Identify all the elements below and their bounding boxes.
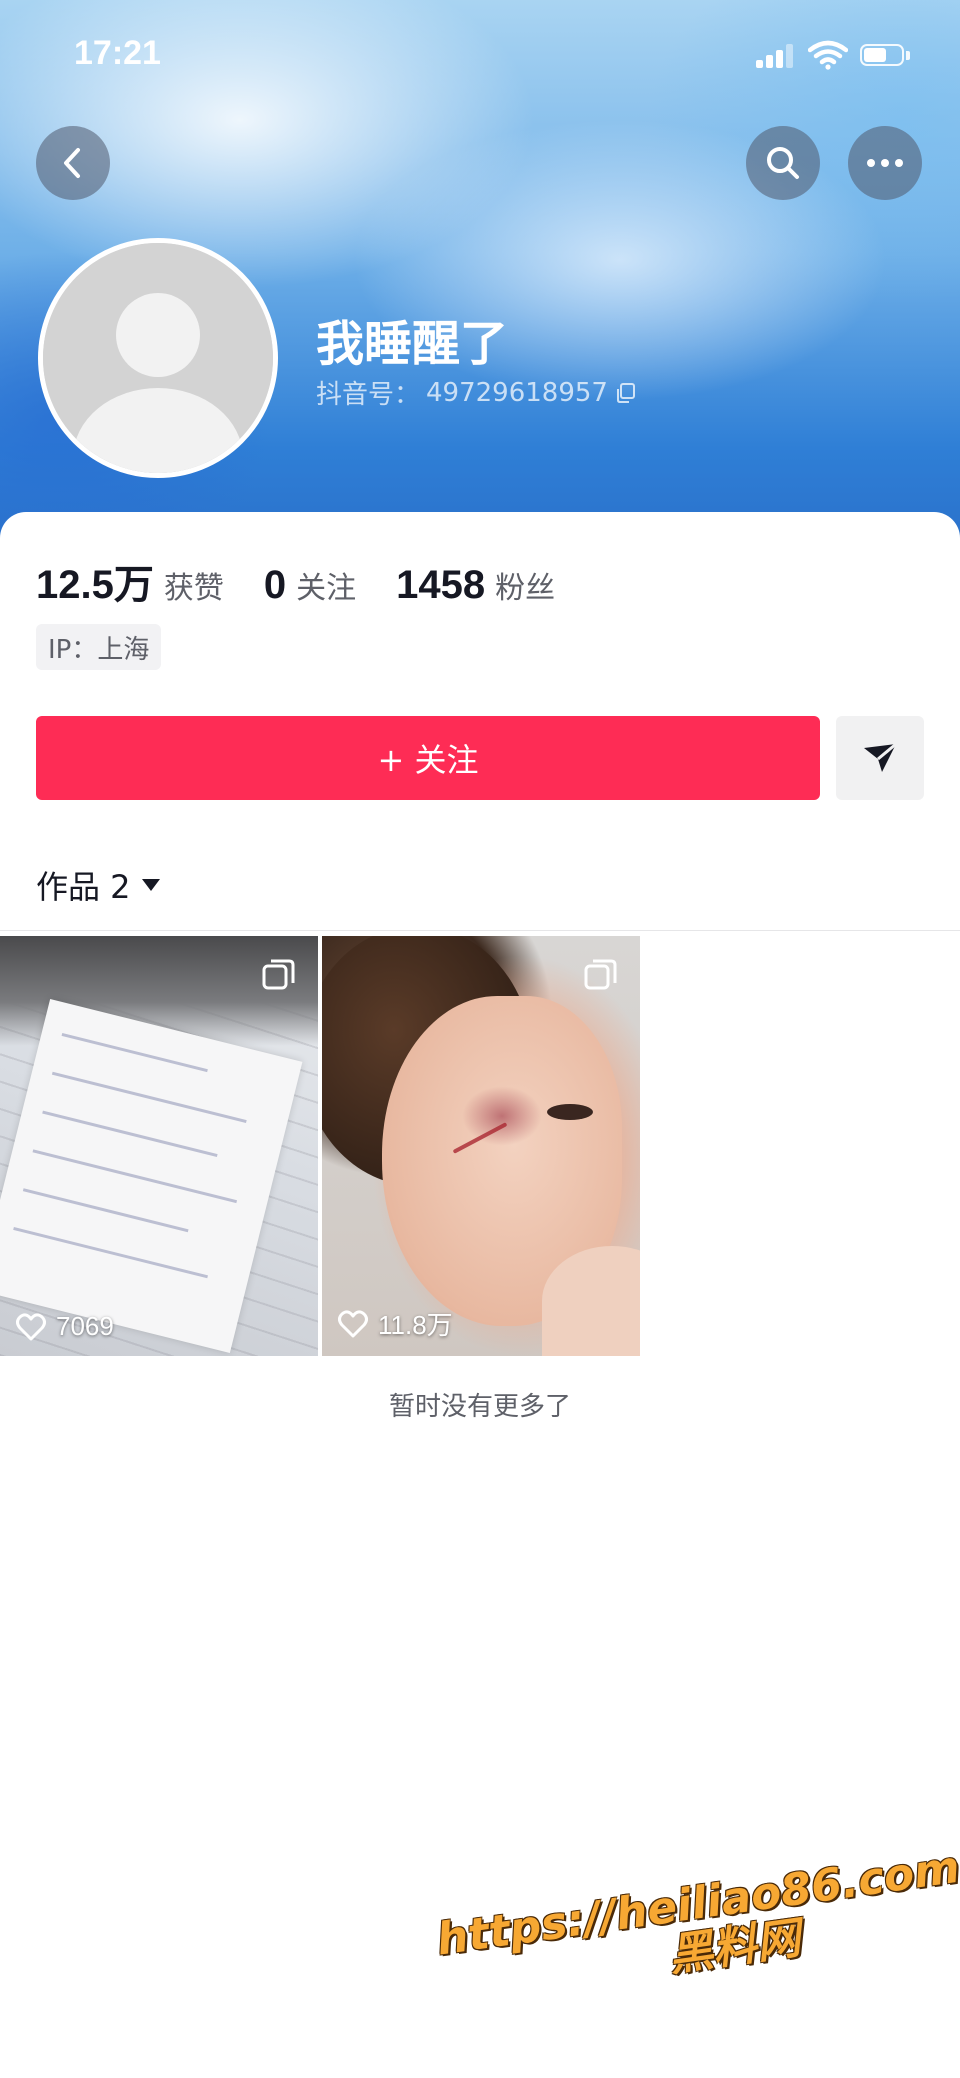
- status-time: 17:21: [74, 34, 161, 72]
- search-icon: [767, 147, 799, 179]
- post-thumbnail-2[interactable]: 11.8万: [322, 936, 640, 1356]
- wifi-icon: [807, 40, 849, 70]
- stat-likes-label: 获赞: [163, 571, 224, 606]
- stat-followers[interactable]: 1458 粉丝: [396, 563, 555, 608]
- tab-works[interactable]: 作品 2: [36, 862, 161, 908]
- stat-following-label: 关注: [296, 571, 357, 606]
- battery-icon: [860, 44, 912, 68]
- uid-label: 抖音号：: [316, 380, 421, 410]
- caret-down-icon: [141, 879, 160, 891]
- copy-icon[interactable]: [614, 381, 638, 405]
- status-bar: 17:21: [0, 0, 960, 110]
- document-image: [0, 999, 303, 1353]
- stat-followers-value: 1458: [396, 563, 486, 607]
- chevron-left-icon: [64, 148, 80, 178]
- no-more-content-text: 暂时没有更多了: [388, 1392, 571, 1422]
- cellular-signal-icon: [756, 44, 794, 68]
- stat-likes[interactable]: 12.5万 获赞: [36, 552, 224, 610]
- profile-nickname: 我睡醒了: [316, 316, 509, 372]
- post-2-like-count: 11.8万: [378, 1310, 453, 1340]
- more-icon: [867, 159, 903, 167]
- ip-location-tag: IP：上海: [36, 624, 162, 670]
- heart-icon: [16, 1312, 46, 1340]
- profile-stats: 12.5万 获赞 0 关注 1458 粉丝: [36, 552, 595, 610]
- stat-following[interactable]: 0 关注: [264, 563, 356, 608]
- post-thumbnail-1[interactable]: 7069: [0, 936, 318, 1356]
- follow-button[interactable]: + 关注: [36, 716, 820, 800]
- more-button[interactable]: [848, 126, 922, 200]
- default-avatar-icon: [43, 243, 273, 473]
- tab-divider: [0, 930, 960, 931]
- stat-likes-value: 12.5万: [36, 563, 154, 607]
- post-2-likes: 11.8万: [338, 1305, 453, 1342]
- post-1-likes: 7069: [16, 1311, 114, 1342]
- uid-value: 49729618957: [426, 377, 608, 408]
- multi-image-icon: [262, 959, 295, 990]
- avatar[interactable]: [38, 238, 278, 478]
- multi-image-icon: [584, 959, 617, 990]
- stat-followers-label: 粉丝: [495, 571, 556, 606]
- share-button[interactable]: [836, 716, 924, 800]
- search-button[interactable]: [746, 126, 820, 200]
- stat-following-value: 0: [263, 563, 287, 607]
- back-button[interactable]: [36, 126, 110, 200]
- post-1-like-count: 7069: [56, 1311, 114, 1341]
- heart-icon: [338, 1309, 368, 1337]
- tab-works-label: 作品 2: [36, 868, 131, 906]
- profile-uid-row[interactable]: 抖音号： 49729618957: [316, 374, 638, 411]
- send-icon: [864, 742, 897, 772]
